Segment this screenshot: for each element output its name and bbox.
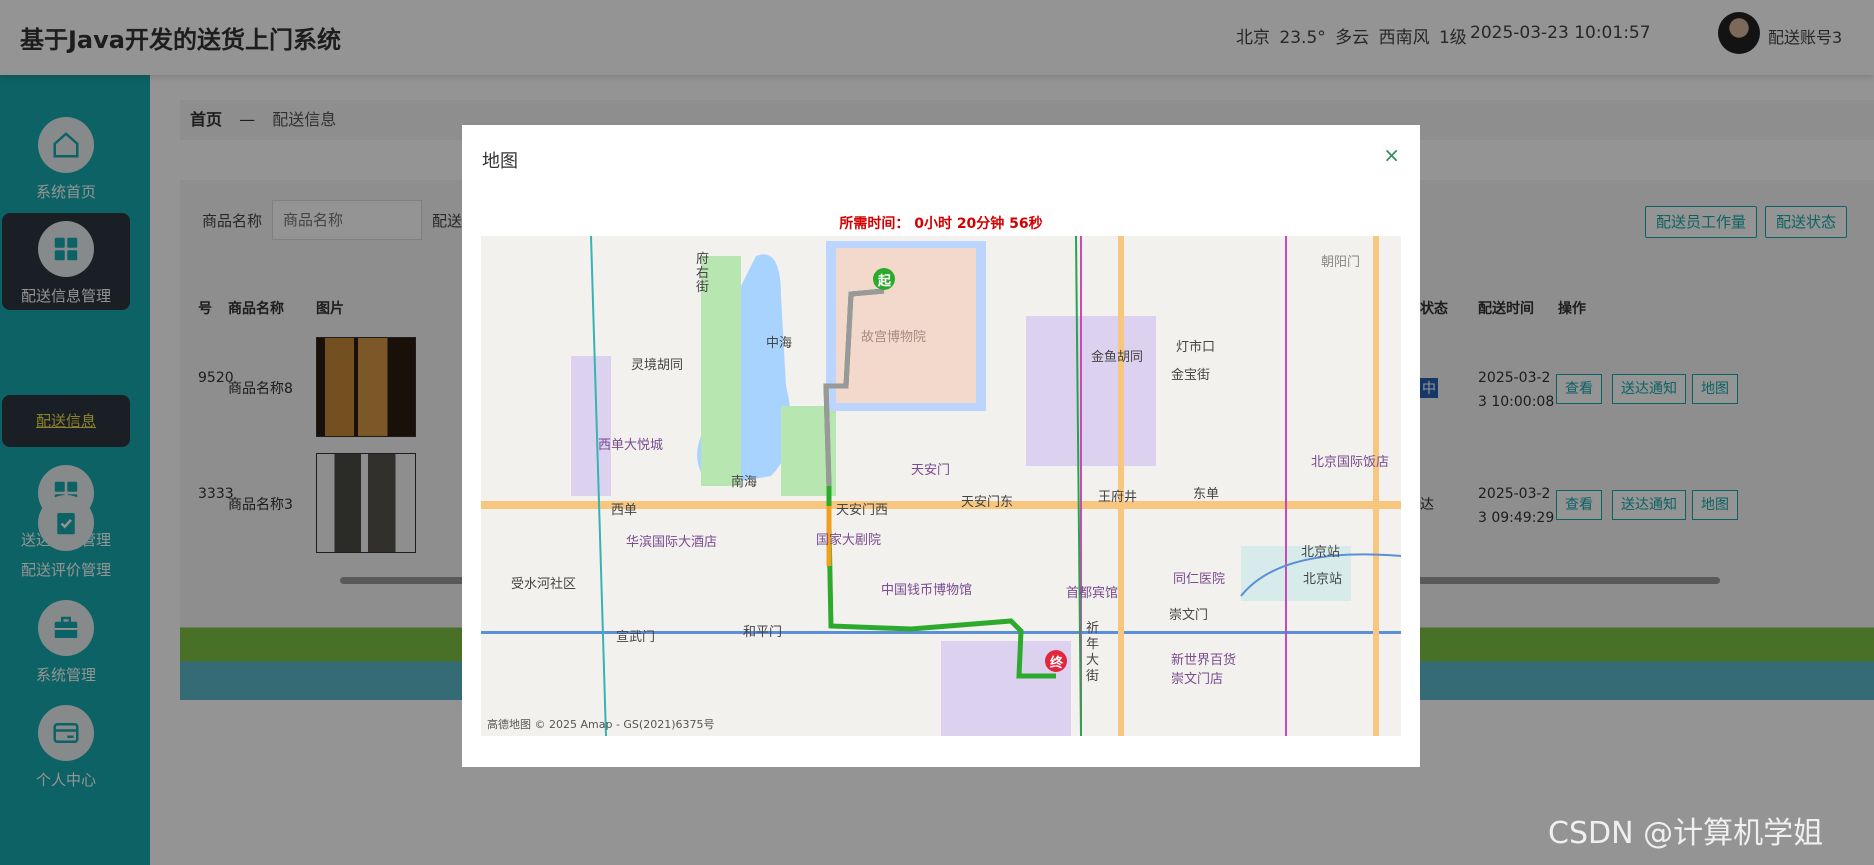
map-label-tiananmen: 天安门 bbox=[911, 463, 951, 478]
map-label-jinbao: 金宝街 bbox=[1171, 368, 1211, 383]
modal-title: 地图 bbox=[482, 151, 518, 172]
route-map[interactable]: 起 终 故宫博物院 中海 南海 天安门 天安门西 天安门东 王府井 东单 西单 … bbox=[481, 236, 1401, 736]
map-label-chaoyangmen: 朝阳门 bbox=[1321, 255, 1361, 270]
map-label-new-world: 新世界百货 崇文门店 bbox=[1171, 653, 1237, 687]
map-label-xuanwumen: 宣武门 bbox=[616, 630, 656, 645]
watermark: CSDN @计算机学姐 bbox=[1548, 816, 1824, 851]
map-label-hepingmen: 和平门 bbox=[743, 625, 783, 640]
map-label-dongdan: 东单 bbox=[1193, 487, 1220, 502]
map-label-dengshikou: 灯市口 bbox=[1176, 340, 1216, 355]
map-label-beijing-station: 北京站 bbox=[1301, 545, 1341, 560]
route-time: 所需时间： 0小时 20分钟 56秒 bbox=[839, 216, 1043, 232]
map-label-wangfujing: 王府井 bbox=[1098, 490, 1138, 505]
map-label-qinian: 祈年大街 bbox=[1086, 621, 1100, 684]
map-label-jinyu: 金鱼胡同 bbox=[1091, 350, 1144, 365]
map-label-tongren: 同仁医院 bbox=[1173, 572, 1226, 587]
map-label-xidan-joy: 西单大悦城 bbox=[598, 438, 664, 453]
map-label-tiananmen-east: 天安门东 bbox=[961, 495, 1014, 510]
map-label-beijing-station-2: 北京站 bbox=[1303, 572, 1343, 587]
map-label-huabin: 华滨国际大酒店 bbox=[626, 535, 718, 550]
map-label-zhonghai: 中海 bbox=[766, 336, 793, 351]
map-copyright: 高德地图 © 2025 Amap - GS(2021)6375号 bbox=[487, 718, 715, 731]
map-label-xidan: 西单 bbox=[611, 503, 638, 518]
map-label-tiananmen-west: 天安门西 bbox=[836, 503, 889, 518]
map-label-fuyou: 府右街 bbox=[696, 252, 710, 295]
map-label-shouhe: 受水河社区 bbox=[511, 577, 577, 592]
map-label-chongwenmen: 崇文门 bbox=[1169, 608, 1209, 623]
map-label-capital-hotel: 首都宾馆 bbox=[1066, 586, 1119, 601]
map-canvas bbox=[481, 236, 1401, 736]
map-label-beijing-intl: 北京国际饭店 bbox=[1311, 455, 1390, 470]
map-label-palace: 故宫博物院 bbox=[861, 330, 927, 345]
map-label-lingjing: 灵境胡同 bbox=[631, 358, 684, 373]
route-start-label: 起 bbox=[878, 274, 892, 289]
route-end-label: 终 bbox=[1050, 656, 1064, 671]
map-modal: 地图 × 所需时间： 0小时 20分钟 56秒 起 终 故宫博物院 中海 南海 … bbox=[462, 125, 1420, 767]
close-icon[interactable]: × bbox=[1383, 143, 1400, 167]
map-label-nanhai: 南海 bbox=[731, 475, 758, 490]
map-label-coin-museum: 中国钱币博物馆 bbox=[881, 583, 973, 598]
map-label-theater: 国家大剧院 bbox=[816, 533, 882, 548]
